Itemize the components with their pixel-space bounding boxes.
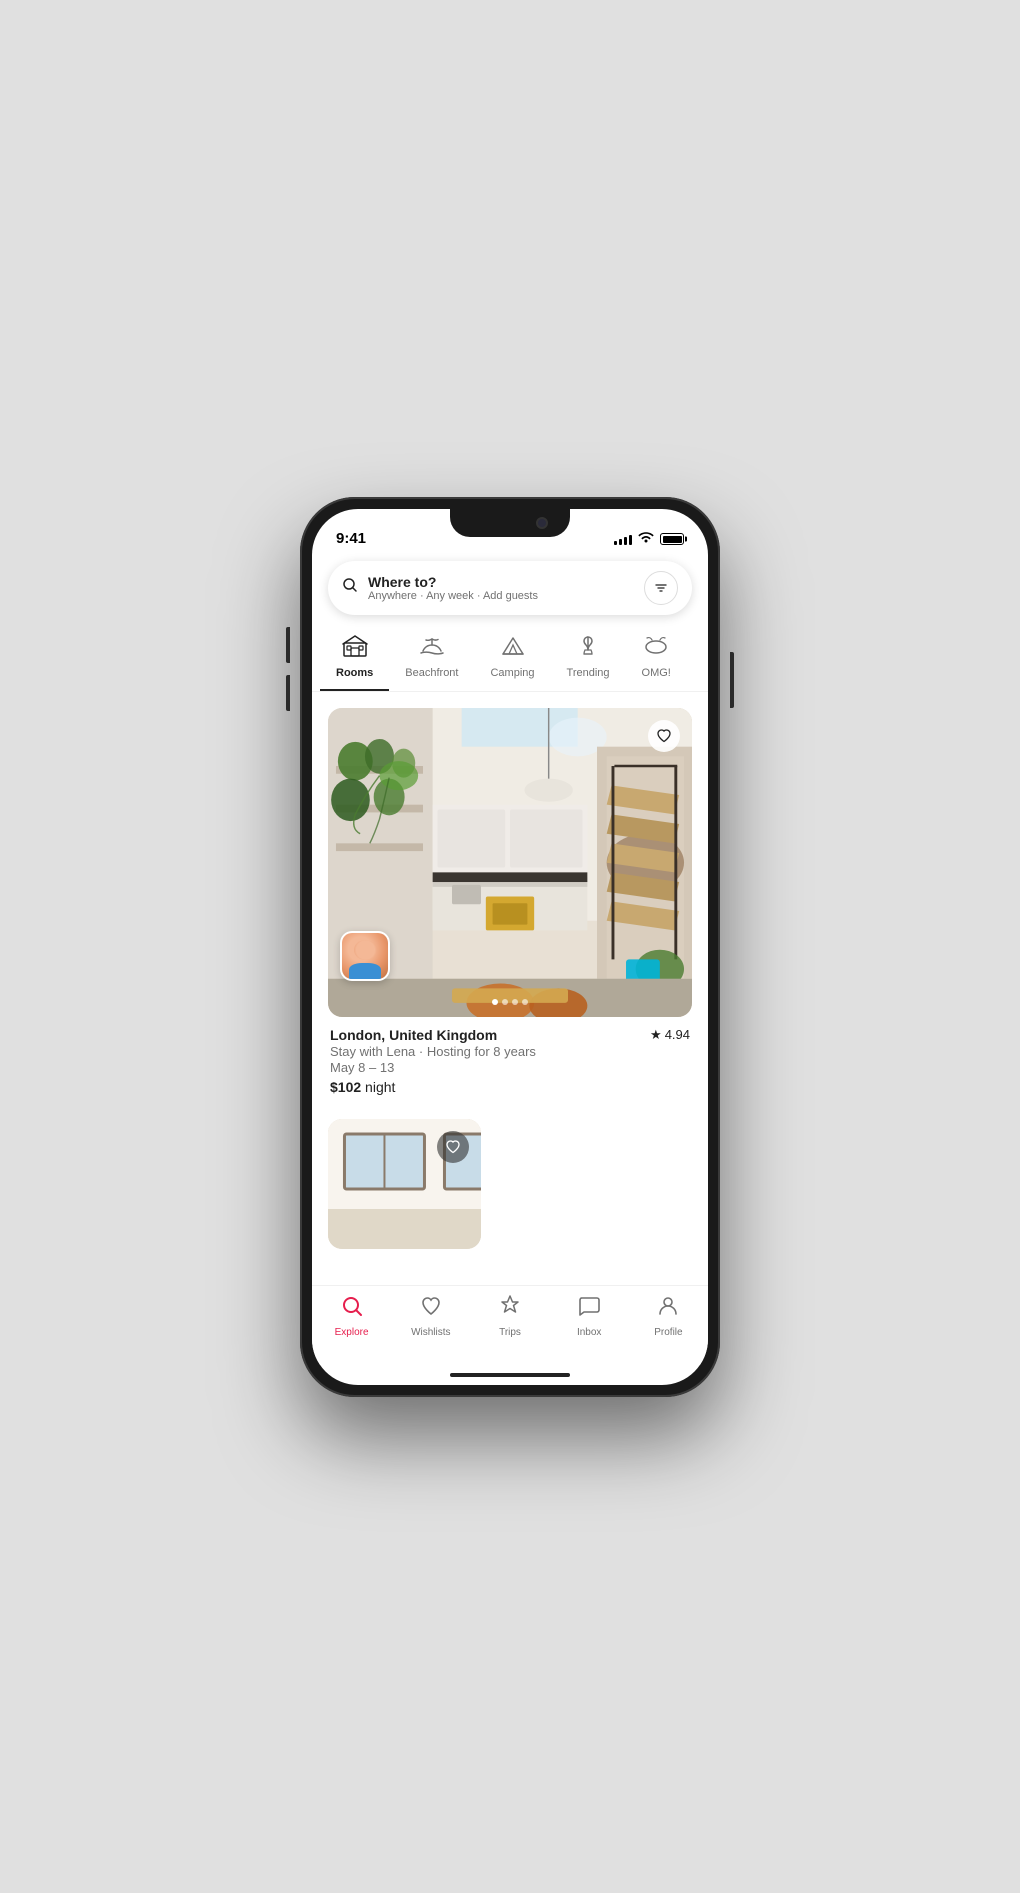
status-time: 9:41 [336,530,366,547]
nav-profile[interactable]: Profile [629,1294,708,1338]
explore-icon [340,1294,364,1324]
volume-down-button [286,675,290,711]
nav-wishlists-label: Wishlists [411,1327,450,1338]
listing-location-1: London, United Kingdom [330,1027,497,1043]
nav-trips[interactable]: Trips [470,1294,549,1338]
category-label-rooms: Rooms [336,667,373,679]
nav-inbox[interactable]: Inbox [550,1294,629,1338]
power-button [730,652,734,708]
bottom-navigation: Explore Wishlists [312,1285,708,1365]
profile-icon [656,1294,680,1324]
category-tab-camping[interactable]: Camping [474,627,550,691]
host-avatar-1 [340,931,390,981]
listing-price-1: $102 night [330,1079,690,1095]
main-content: Where to? Anywhere · Any week · Add gues… [312,553,708,1385]
omg-icon [643,635,669,663]
category-tabs: Rooms Beachfront [312,627,708,692]
category-label-beachfront: Beachfront [405,667,458,679]
home-indicator [312,1365,708,1385]
trending-icon [575,635,601,663]
volume-up-button [286,627,290,663]
inbox-icon [577,1294,601,1324]
nav-explore[interactable]: Explore [312,1294,391,1338]
battery-icon [660,533,684,545]
phone-frame: 9:41 [300,497,720,1397]
listing-card-1[interactable]: London, United Kingdom ★ 4.94 Stay with … [328,708,692,1095]
signal-icon [614,533,632,545]
search-sub-text: Anywhere · Any week · Add guests [368,590,634,602]
nav-wishlists[interactable]: Wishlists [391,1294,470,1338]
listing-rating-1: ★ 4.94 [650,1027,690,1043]
category-tab-trending[interactable]: Trending [551,627,626,691]
star-icon: ★ [650,1027,662,1043]
nav-inbox-label: Inbox [577,1327,601,1338]
status-icons [614,532,684,547]
camping-icon [500,635,526,663]
nav-trips-label: Trips [499,1327,521,1338]
notch [450,509,570,537]
search-bar[interactable]: Where to? Anywhere · Any week · Add gues… [328,561,692,615]
listing-image-1 [328,708,692,1017]
camera [536,517,548,529]
category-label-camping: Camping [490,667,534,679]
listing-dates-1: May 8 – 13 [330,1060,690,1075]
listing-host-1: Stay with Lena · Hosting for 8 years [330,1044,690,1059]
category-tab-omg[interactable]: OMG! [626,627,687,691]
nav-profile-label: Profile [654,1327,682,1338]
search-container: Where to? Anywhere · Any week · Add gues… [312,553,708,627]
beachfront-icon [419,635,445,663]
rating-value-1: 4.94 [665,1027,690,1042]
trips-icon [498,1294,522,1324]
wishlist-button-1[interactable] [648,720,680,752]
listings-scroll[interactable]: London, United Kingdom ★ 4.94 Stay with … [312,692,708,1285]
category-tab-rooms[interactable]: Rooms [320,627,389,691]
listing-image-2 [328,1119,481,1249]
phone-screen: 9:41 [312,509,708,1385]
search-main-text: Where to? [368,574,634,590]
wifi-icon [638,532,654,547]
filter-button[interactable] [644,571,678,605]
category-tab-beachfront[interactable]: Beachfront [389,627,474,691]
rooms-icon [342,635,368,663]
category-label-trending: Trending [567,667,610,679]
listing-card-2[interactable] [328,1119,692,1249]
wishlists-icon [419,1294,443,1324]
nav-explore-label: Explore [335,1327,369,1338]
search-icon [342,577,358,598]
wishlist-button-2[interactable] [437,1131,469,1163]
listing-info-1: London, United Kingdom ★ 4.94 Stay with … [328,1017,692,1095]
image-dots [492,999,528,1005]
category-label-omg: OMG! [642,667,671,679]
